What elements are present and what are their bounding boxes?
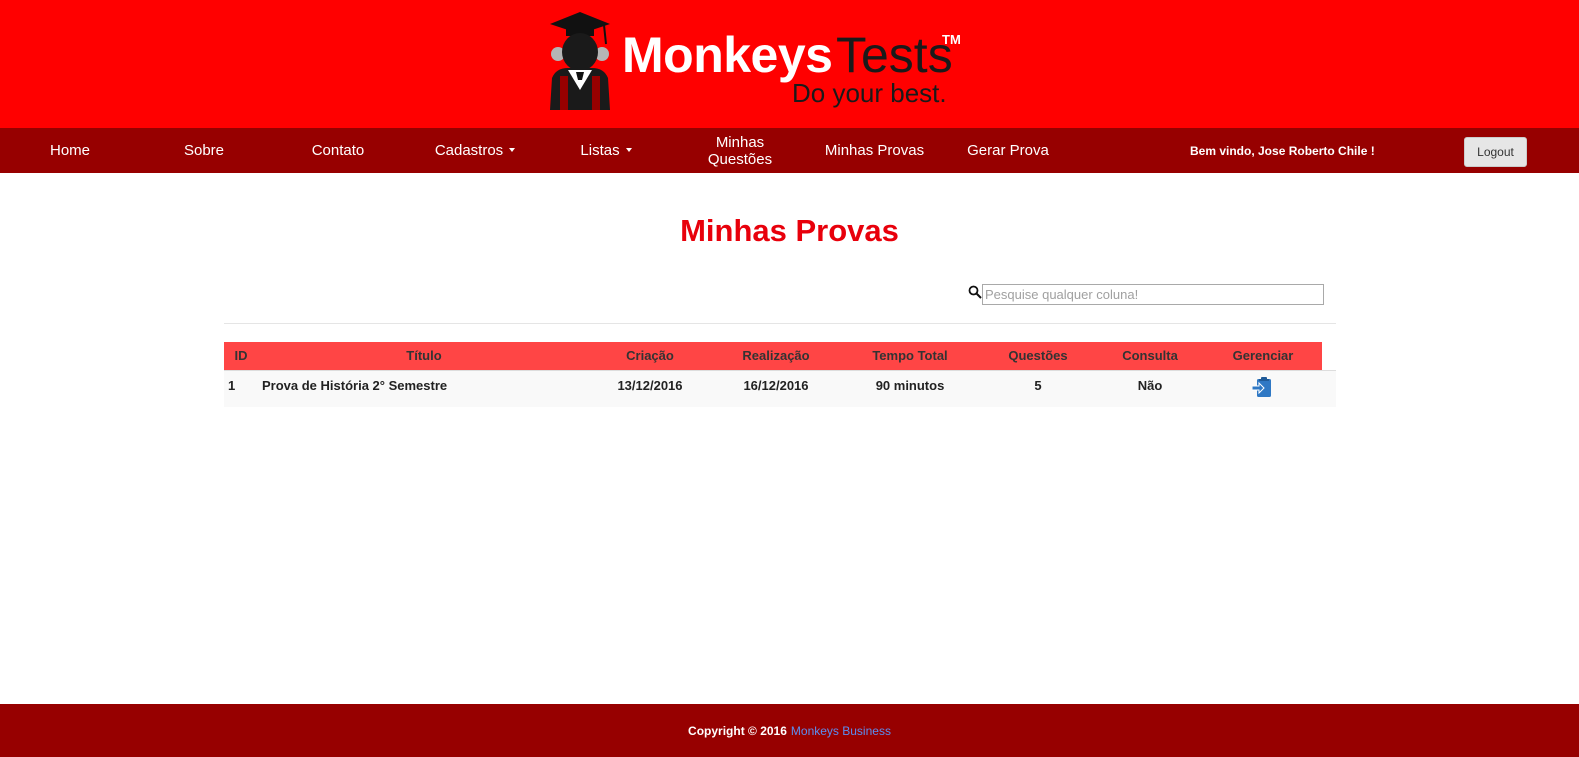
logo-tagline: Do your best. — [792, 78, 947, 108]
table-header: ID Título Criação Realização Tempo Total… — [224, 342, 1322, 370]
cell-questoes: 5 — [1034, 378, 1042, 393]
column-header-realizacao[interactable]: Realização — [724, 342, 828, 370]
cell-consulta: Não — [1137, 378, 1163, 393]
caret-down-icon — [509, 147, 516, 152]
caret-down-icon — [625, 147, 632, 152]
cell-realizacao: 16/12/2016 — [743, 378, 809, 393]
nav-gerar-prova-label: Gerar Prova — [967, 142, 1049, 159]
monkey-graduate-icon — [550, 12, 610, 110]
logout-button[interactable]: Logout — [1464, 137, 1527, 167]
column-header-titulo[interactable]: Título — [324, 342, 524, 370]
table-search — [968, 284, 1324, 306]
welcome-message: Bem vindo, Jose Roberto Chile ! — [1190, 143, 1375, 158]
nav-gerar-prova[interactable]: Gerar Prova — [958, 128, 1058, 173]
logo-name-part1: Monkeys — [622, 27, 833, 83]
nav-minhas-questoes-label: Minhas Questões — [707, 133, 773, 168]
nav-sobre-label: Sobre — [183, 142, 225, 159]
footer-copyright: Copyright © 2016 — [688, 723, 787, 738]
nav-home-label: Home — [49, 142, 90, 159]
cell-tempo-total: 90 minutos — [875, 378, 945, 393]
nav-cadastros-label: Cadastros — [434, 142, 504, 159]
main-navbar: Home Sobre Contato Cadastros Listas Minh… — [0, 128, 1579, 173]
manage-exam-icon[interactable] — [1252, 376, 1272, 398]
column-header-consulta[interactable]: Consulta — [1104, 342, 1196, 370]
column-header-id[interactable]: ID — [230, 342, 252, 370]
cell-criacao: 13/12/2016 — [617, 378, 683, 393]
nav-home[interactable]: Home — [20, 128, 120, 173]
column-header-questoes[interactable]: Questões — [990, 342, 1086, 370]
column-header-criacao[interactable]: Criação — [600, 342, 700, 370]
footer-link[interactable]: Monkeys Business — [791, 724, 891, 738]
page-title: Minhas Provas — [680, 213, 899, 248]
column-header-gerenciar: Gerenciar — [1232, 348, 1294, 363]
cell-titulo: Prova de História 2° Semestre — [262, 378, 448, 393]
nav-minhas-questoes[interactable]: Minhas Questões — [700, 128, 780, 173]
nav-sobre[interactable]: Sobre — [154, 128, 254, 173]
logo[interactable]: Monkeys Tests TM Do your best. — [546, 10, 966, 114]
nav-cadastros-dropdown[interactable]: Cadastros — [420, 128, 530, 173]
nav-contato-label: Contato — [311, 142, 365, 159]
search-icon — [968, 285, 982, 299]
logo-name-part2: Tests — [836, 27, 953, 83]
trademark-mark: TM — [942, 32, 961, 47]
nav-contato[interactable]: Contato — [288, 128, 388, 173]
column-header-tempo-total[interactable]: Tempo Total — [860, 342, 960, 370]
table-row: 1 Prova de História 2° Semestre 13/12/20… — [224, 370, 1336, 407]
nav-listas-label: Listas — [580, 142, 620, 159]
nav-listas-dropdown[interactable]: Listas — [556, 128, 656, 173]
header-band: Monkeys Tests TM Do your best. — [0, 0, 1579, 128]
nav-minhas-provas-label: Minhas Provas — [824, 142, 925, 159]
nav-minhas-provas[interactable]: Minhas Provas — [812, 128, 937, 173]
divider — [224, 323, 1336, 324]
search-input[interactable] — [982, 284, 1324, 305]
footer: Copyright © 2016 Monkeys Business — [0, 704, 1579, 757]
cell-id: 1 — [228, 378, 236, 393]
